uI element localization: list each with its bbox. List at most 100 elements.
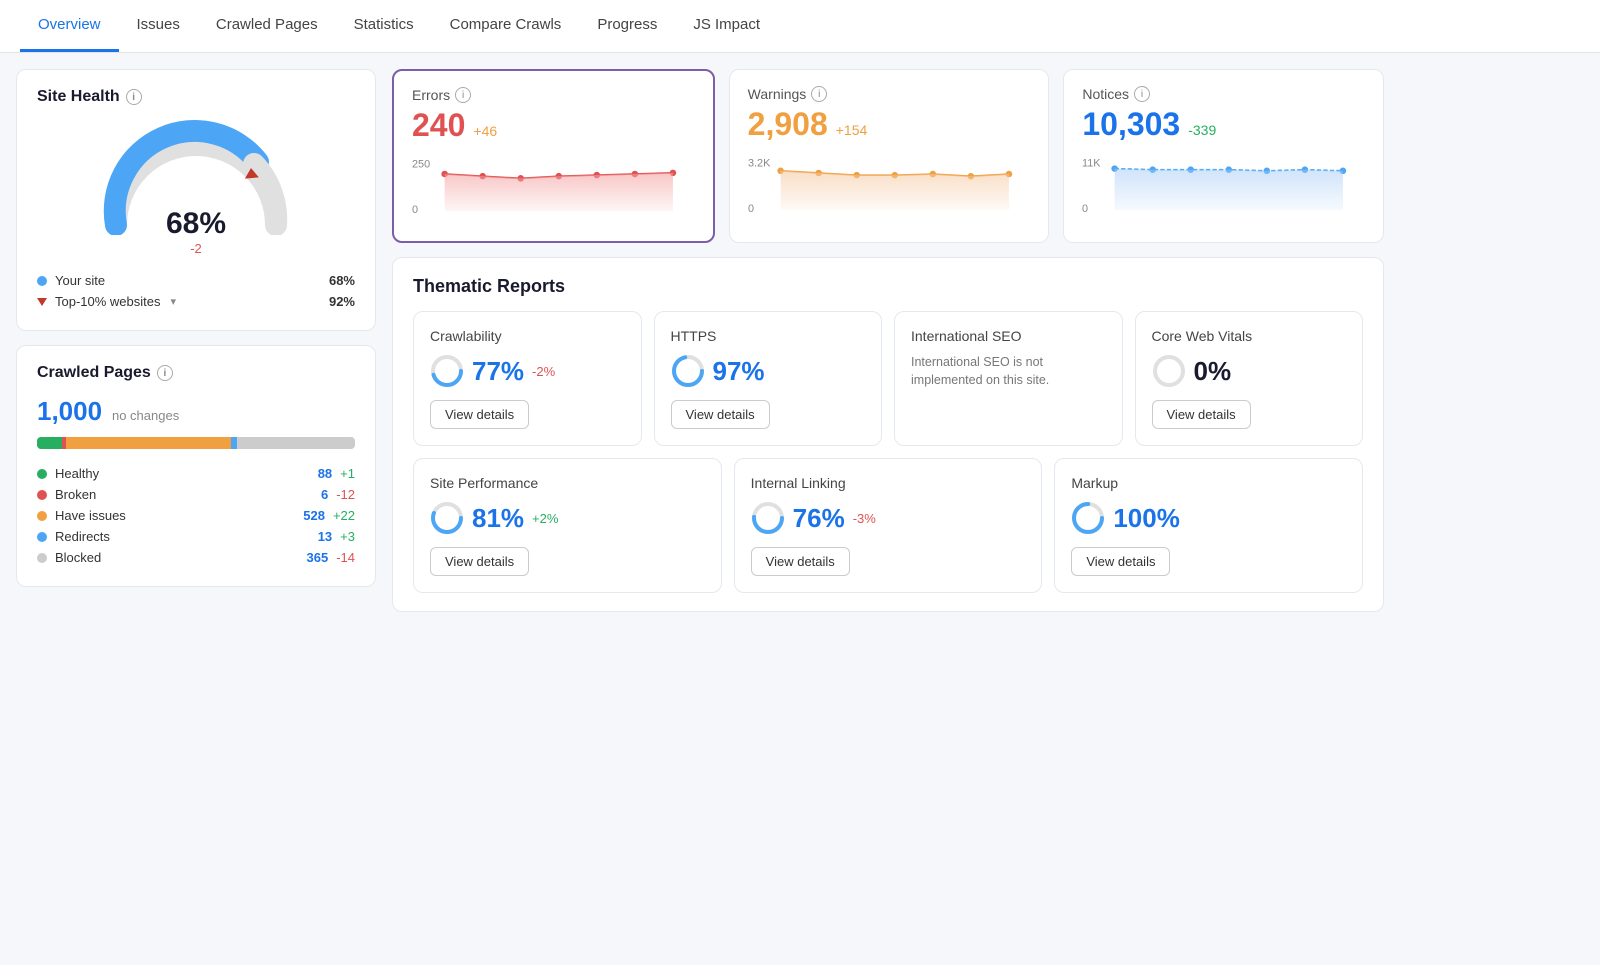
site-performance-score-row: 81% +2%	[430, 501, 705, 535]
stat-blocked: Blocked 365 -14	[37, 547, 355, 568]
notices-value-row: 10,303 -339	[1082, 106, 1365, 143]
markup-view-details[interactable]: View details	[1071, 547, 1170, 576]
top10-icon	[37, 298, 47, 306]
site-health-label: Site Health	[37, 88, 120, 106]
errors-chart: 250 0	[412, 152, 695, 222]
https-view-details[interactable]: View details	[671, 400, 770, 429]
blocked-dot	[37, 553, 47, 563]
issues-value: 528	[303, 508, 325, 523]
warnings-card[interactable]: Warnings i 2,908 +154 3.2K 0	[729, 69, 1050, 243]
internal-linking-score-row: 76% -3%	[751, 501, 1026, 535]
nav-item-crawled-pages[interactable]: Crawled Pages	[198, 0, 336, 52]
redirects-delta: +3	[340, 529, 355, 544]
top10-value: 92%	[329, 294, 355, 309]
internal-linking-name: Internal Linking	[751, 475, 1026, 491]
errors-label-text: Errors	[412, 87, 450, 103]
markup-name: Markup	[1071, 475, 1346, 491]
nav-item-issues[interactable]: Issues	[119, 0, 198, 52]
thematic-section: Thematic Reports Crawlability 77% -2% Vi…	[392, 257, 1384, 612]
crawlability-score: 77%	[472, 356, 524, 387]
warnings-value: 2,908	[748, 106, 828, 143]
notices-card[interactable]: Notices i 10,303 -339 11K 0	[1063, 69, 1384, 243]
errors-delta: +46	[473, 123, 497, 139]
crawlability-delta: -2%	[532, 364, 555, 379]
broken-label: Broken	[55, 487, 96, 502]
report-international-seo: International SEO International SEO is n…	[894, 311, 1123, 446]
your-site-value: 68%	[329, 273, 355, 288]
markup-score: 100%	[1113, 503, 1180, 534]
top10-chevron-icon[interactable]: ▾	[171, 295, 177, 308]
metrics-row: Errors i 240 +46 250 0	[392, 69, 1384, 243]
errors-value-row: 240 +46	[412, 107, 695, 144]
https-score-row: 97%	[671, 354, 866, 388]
bar-healthy	[37, 437, 62, 449]
cwv-view-details[interactable]: View details	[1152, 400, 1251, 429]
crawled-count-row: 1,000 no changes	[37, 396, 355, 427]
svg-text:11K: 11K	[1082, 157, 1101, 169]
report-markup: Markup 100% View details	[1054, 458, 1363, 593]
nav-item-compare-crawls[interactable]: Compare Crawls	[432, 0, 580, 52]
cwv-name: Core Web Vitals	[1152, 328, 1347, 344]
crawled-pages-label: Crawled Pages	[37, 364, 151, 382]
crawled-pages-info-icon[interactable]: i	[157, 365, 173, 381]
international-seo-desc: International SEO is not implemented on …	[911, 354, 1106, 389]
crawlability-view-details[interactable]: View details	[430, 400, 529, 429]
redirects-value: 13	[318, 529, 332, 544]
thematic-top-grid: Crawlability 77% -2% View details HTTPS	[413, 311, 1363, 446]
nav-item-statistics[interactable]: Statistics	[336, 0, 432, 52]
internal-linking-circle	[751, 501, 785, 535]
nav-item-overview[interactable]: Overview	[20, 0, 119, 52]
errors-card[interactable]: Errors i 240 +46 250 0	[392, 69, 715, 243]
nav-item-js-impact[interactable]: JS Impact	[675, 0, 778, 52]
warnings-info-icon[interactable]: i	[811, 86, 827, 102]
legend-top10: Top-10% websites ▾ 92%	[37, 291, 355, 312]
internal-linking-view-details[interactable]: View details	[751, 547, 850, 576]
site-performance-view-details[interactable]: View details	[430, 547, 529, 576]
warnings-label: Warnings i	[748, 86, 1031, 102]
site-performance-delta: +2%	[532, 511, 558, 526]
warnings-label-text: Warnings	[748, 86, 807, 102]
blocked-delta: -14	[336, 550, 355, 565]
svg-text:250: 250	[412, 158, 430, 170]
notices-chart: 11K 0	[1082, 151, 1365, 221]
notices-info-icon[interactable]: i	[1134, 86, 1150, 102]
errors-value: 240	[412, 107, 465, 144]
thematic-title: Thematic Reports	[413, 276, 1363, 297]
issues-dot	[37, 511, 47, 521]
gauge-percent: 68%	[166, 207, 226, 241]
international-seo-name: International SEO	[911, 328, 1106, 344]
crawled-count: 1,000	[37, 396, 102, 426]
notices-value: 10,303	[1082, 106, 1180, 143]
right-panel: Errors i 240 +46 250 0	[392, 69, 1384, 612]
https-circle	[671, 354, 705, 388]
crawlability-score-row: 77% -2%	[430, 354, 625, 388]
site-performance-name: Site Performance	[430, 475, 705, 491]
stat-redirects: Redirects 13 +3	[37, 526, 355, 547]
redirects-dot	[37, 532, 47, 542]
site-performance-score: 81%	[472, 503, 524, 534]
broken-value: 6	[321, 487, 328, 502]
main-content: Site Health i 68% -2	[0, 53, 1400, 628]
stat-broken: Broken 6 -12	[37, 484, 355, 505]
stat-issues: Have issues 528 +22	[37, 505, 355, 526]
warnings-delta: +154	[836, 122, 868, 138]
warnings-value-row: 2,908 +154	[748, 106, 1031, 143]
nav-item-progress[interactable]: Progress	[579, 0, 675, 52]
markup-circle	[1071, 501, 1105, 535]
issues-delta: +22	[333, 508, 355, 523]
blocked-label: Blocked	[55, 550, 101, 565]
healthy-value: 88	[318, 466, 332, 481]
errors-label: Errors i	[412, 87, 695, 103]
blocked-value: 365	[307, 550, 329, 565]
site-performance-circle	[430, 501, 464, 535]
svg-text:0: 0	[1082, 203, 1088, 215]
main-nav: Overview Issues Crawled Pages Statistics…	[0, 0, 1600, 53]
cwv-score-row: 0%	[1152, 354, 1347, 388]
report-https: HTTPS 97% View details	[654, 311, 883, 446]
gauge-delta: -2	[166, 241, 226, 256]
errors-info-icon[interactable]: i	[455, 87, 471, 103]
cwv-circle	[1152, 354, 1186, 388]
svg-text:3.2K: 3.2K	[748, 157, 771, 169]
site-health-info-icon[interactable]: i	[126, 89, 142, 105]
warnings-chart: 3.2K 0	[748, 151, 1031, 221]
